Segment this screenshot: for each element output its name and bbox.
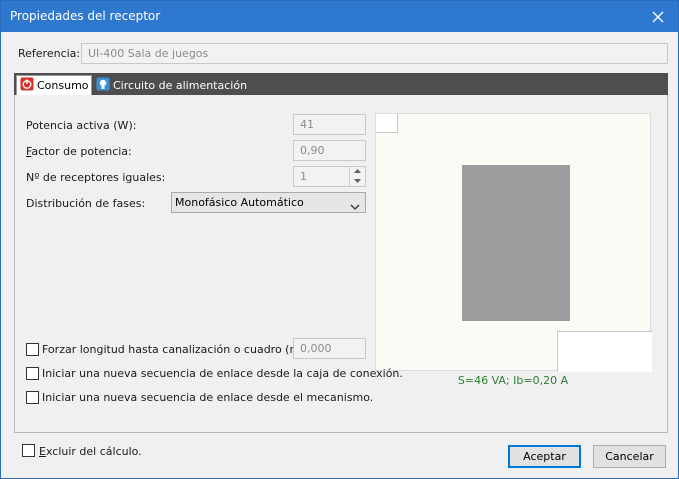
power-icon — [20, 77, 34, 94]
receptor-shape — [462, 165, 570, 321]
distribucion-select[interactable]: Monofásico Automático — [171, 192, 366, 213]
chevron-down-icon — [350, 198, 360, 217]
excluir-label-rest: xcluir del cálculo. — [45, 445, 142, 458]
dialog-window: Propiedades del receptor Referencia: UI-… — [0, 0, 679, 479]
title-bar[interactable]: Propiedades del receptor — [1, 1, 678, 32]
potencia-label: Potencia activa (W): — [26, 119, 137, 132]
tab-strip: Consumo Circuito de alimentación — [14, 73, 668, 95]
close-icon — [652, 11, 664, 22]
lightbulb-icon — [96, 77, 110, 94]
potencia-field[interactable]: 41 — [293, 114, 366, 135]
secuencia-mecanismo-checkbox[interactable] — [26, 391, 39, 404]
distribucion-label: Distribución de fases: — [26, 197, 146, 210]
forzar-checkbox[interactable] — [26, 343, 39, 356]
excluir-checkbox[interactable] — [22, 444, 35, 457]
spin-up-icon[interactable] — [350, 166, 365, 176]
tab-circuito-label: Circuito de alimentación — [113, 78, 248, 92]
factor-label-rest: actor de potencia: — [31, 145, 132, 158]
tab-consumo-label: Consumo — [37, 79, 89, 92]
power-summary: S=46 VA; Ib=0,20 A — [457, 374, 569, 387]
forzar-label: Forzar longitud hasta canalización o cua… — [42, 343, 309, 356]
excluir-label-accel: E — [39, 445, 46, 458]
distribucion-value: Monofásico Automático — [175, 196, 304, 209]
tab-circuito[interactable]: Circuito de alimentación — [96, 75, 247, 95]
forzar-field[interactable]: 0,000 — [293, 338, 366, 359]
close-button[interactable] — [638, 1, 678, 32]
window-title: Propiedades del receptor — [10, 9, 161, 23]
excluir-label: Excluir del cálculo. — [39, 445, 142, 458]
factor-label: Factor de potencia: — [26, 145, 132, 158]
spin-down-icon[interactable] — [350, 176, 365, 186]
referencia-label: Referencia: — [18, 47, 81, 60]
aceptar-button[interactable]: Aceptar — [508, 445, 581, 468]
cancelar-button[interactable]: Cancelar — [593, 445, 666, 468]
preview-corner-bottom-right — [557, 331, 652, 372]
preview-corner-top-left — [376, 114, 398, 133]
secuencia-caja-checkbox[interactable] — [26, 367, 39, 380]
referencia-field[interactable]: UI-400 Sala de juegos — [81, 43, 668, 64]
secuencia-mecanismo-label: Iniciar una nueva secuencia de enlace de… — [42, 391, 374, 404]
secuencia-caja-label: Iniciar una nueva secuencia de enlace de… — [42, 367, 403, 380]
receptor-preview — [375, 113, 652, 372]
receptores-spinner[interactable] — [349, 166, 365, 187]
receptores-label: Nº de receptores iguales: — [26, 171, 166, 184]
tab-consumo[interactable]: Consumo — [16, 75, 92, 95]
factor-field[interactable]: 0,90 — [293, 140, 366, 161]
